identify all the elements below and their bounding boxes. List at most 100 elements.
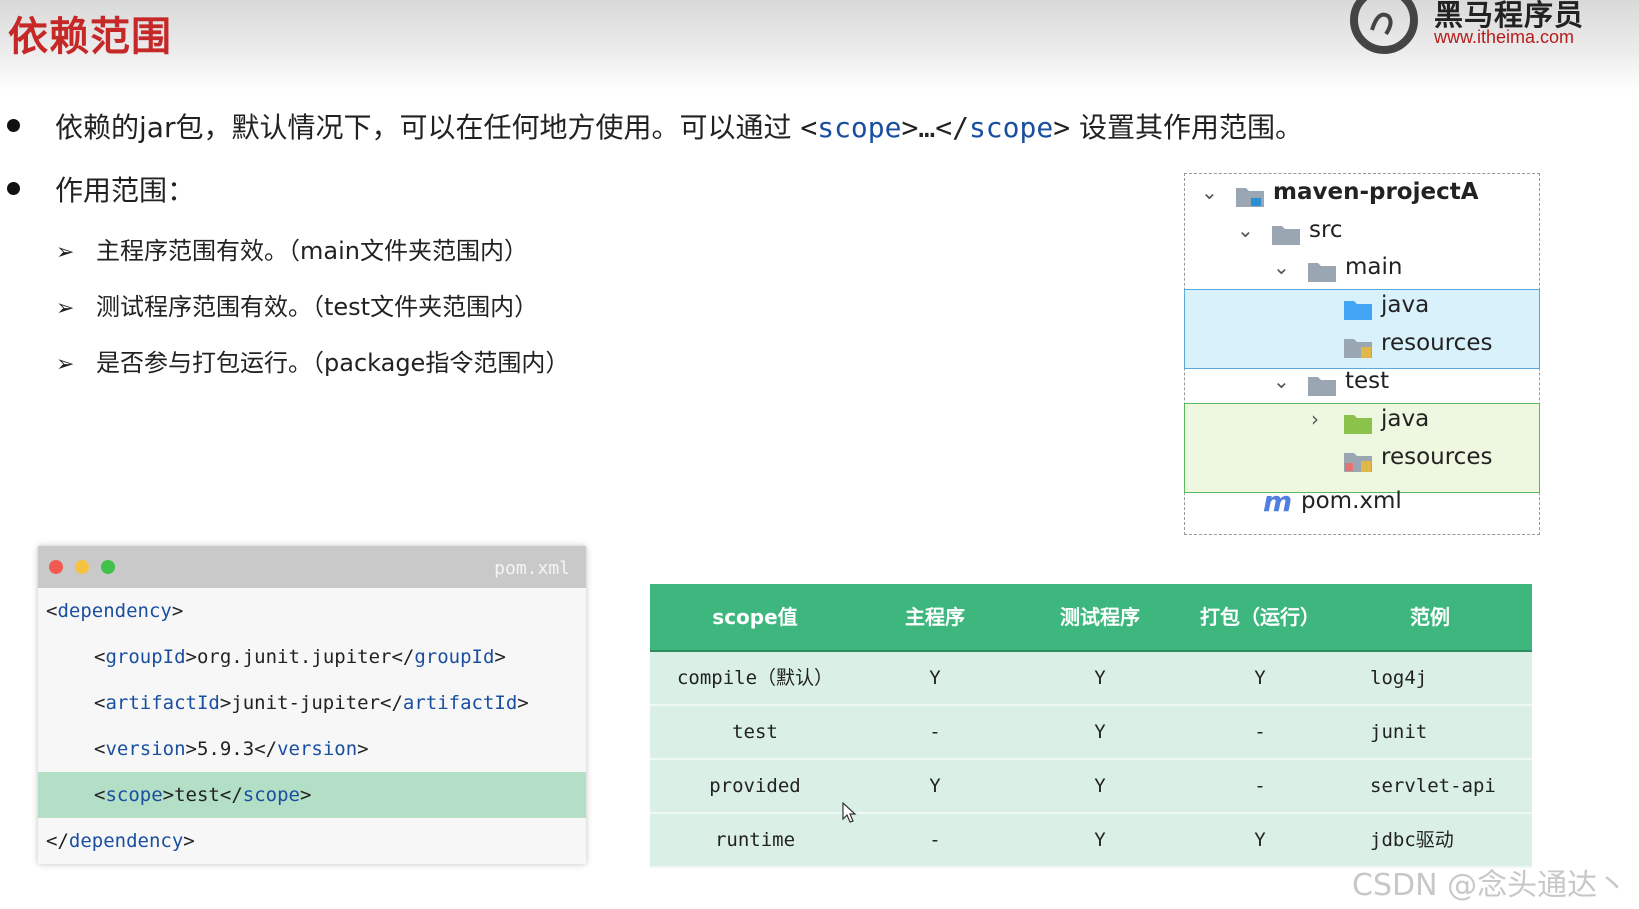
test-source-folder-icon	[1344, 415, 1372, 434]
chevron-down-icon[interactable]: ⌄	[1273, 255, 1290, 279]
scope-mid: >…</	[901, 111, 969, 144]
tree-item-label: pom.xml	[1301, 488, 1402, 514]
code-bracket: <	[94, 692, 106, 714]
bullet-intro-text: 依赖的jar包，默认情况下，可以在任何地方使用。可以通过	[55, 111, 801, 144]
code-bracket: >	[299, 784, 312, 806]
table-cell: log4j	[1370, 667, 1428, 689]
table-header-row: scope值 主程序 测试程序 打包（运行） 范例	[650, 584, 1532, 652]
chevron-down-icon[interactable]: ⌄	[1273, 369, 1290, 393]
table-cell: Y	[1254, 829, 1266, 851]
close-dot-icon[interactable]	[49, 560, 63, 574]
project-tree: ⌄ maven-projectA ⌄ src ⌄ main java resou…	[1184, 173, 1540, 535]
code-bracket: >	[494, 646, 506, 668]
code-bracket: </	[46, 830, 69, 852]
bullet-intro-suffix: 设置其作用范围。	[1070, 111, 1304, 144]
brand-url: www.itheima.com	[1434, 27, 1575, 47]
code-bracket: <	[94, 784, 106, 806]
maximize-dot-icon[interactable]	[101, 560, 115, 574]
code-line: <groupId>org.junit.jupiter</groupId>	[38, 634, 642, 680]
code-bracket: </	[391, 646, 415, 668]
table-cell: -	[929, 721, 941, 743]
code-line: <dependency>	[38, 588, 594, 634]
table-cell: Y	[1094, 721, 1106, 743]
table-cell: -	[1254, 721, 1266, 743]
column-header: 范例	[1410, 605, 1450, 629]
table-cell: Y	[929, 667, 941, 689]
chevron-right-icon[interactable]: ›	[1311, 407, 1319, 431]
test-resources-folder-icon	[1344, 453, 1372, 472]
code-bracket: >	[517, 692, 529, 714]
scope-close-gt: >	[1053, 111, 1071, 144]
folder-icon	[1308, 263, 1336, 282]
code-line: <artifactId>junit-jupiter</artifactId>	[38, 680, 642, 726]
code-tag: dependency	[57, 600, 172, 622]
bullet-scope-intro: 依赖的jar包，默认情况下，可以在任何地方使用。可以通过 <scope>…</s…	[55, 106, 1303, 146]
code-line: <version>5.9.3</version>	[38, 726, 642, 772]
maven-m-icon: m	[1263, 485, 1293, 518]
resources-folder-icon	[1344, 339, 1372, 358]
minimize-dot-icon[interactable]	[75, 560, 89, 574]
sub-item-text: 测试程序范围有效。（test文件夹范围内）	[96, 293, 539, 321]
arrow-bullet-icon: ➢	[56, 352, 75, 377]
column-header: scope值	[712, 605, 798, 629]
code-value: junit-jupiter	[231, 692, 381, 714]
code-tag: scope	[105, 784, 163, 806]
code-bracket: >	[183, 830, 195, 852]
chevron-down-icon[interactable]: ⌄	[1237, 218, 1254, 242]
code-bracket: </	[380, 692, 403, 714]
code-value: 5.9.3	[196, 738, 255, 760]
code-bracket: </	[219, 784, 243, 806]
code-value: test	[174, 784, 220, 806]
code-tag: scope	[242, 784, 300, 806]
table-row: test - Y - junit	[650, 706, 1532, 760]
code-tag: groupId	[414, 646, 495, 668]
brand-logo-icon	[1350, 0, 1418, 54]
table-cell: test	[732, 721, 778, 743]
code-bracket: </	[254, 738, 278, 760]
code-bracket: >	[185, 646, 197, 668]
chevron-down-icon[interactable]: ⌄	[1201, 180, 1218, 204]
scope-open-tag: scope	[817, 111, 902, 144]
sub-item: ➢ 是否参与打包运行。（package指令范围内）	[56, 343, 569, 378]
code-bracket: >	[357, 738, 369, 760]
arrow-bullet-icon: ➢	[56, 296, 75, 321]
code-bracket: <	[94, 738, 106, 760]
code-bracket: <	[46, 600, 58, 622]
folder-icon	[1308, 377, 1336, 396]
table-cell: Y	[929, 775, 941, 797]
code-window: pom.xml <dependency> <groupId>org.junit.…	[38, 546, 586, 864]
code-tag: dependency	[68, 830, 184, 852]
table-cell: junit	[1370, 721, 1428, 743]
code-line: </dependency>	[38, 818, 594, 864]
tree-item-label: src	[1309, 217, 1343, 243]
tree-item-label: main	[1345, 254, 1403, 280]
code-tag: version	[105, 738, 186, 760]
table-cell: Y	[1254, 667, 1266, 689]
table-row: compile（默认） Y Y Y log4j	[650, 652, 1532, 706]
scope-close-tag: scope	[968, 111, 1054, 144]
scope-open-lt: <	[800, 111, 818, 144]
table-cell: jdbc驱动	[1370, 829, 1454, 851]
code-bracket: >	[185, 738, 197, 760]
table-row: provided Y Y - servlet-api	[650, 760, 1532, 814]
tree-item-label: resources	[1381, 444, 1493, 470]
code-line-highlighted: <scope>test</scope>	[38, 772, 586, 818]
table-cell: Y	[1094, 667, 1106, 689]
sub-item: ➢ 主程序范围有效。（main文件夹范围内）	[56, 231, 528, 266]
folder-icon	[1272, 226, 1300, 245]
arrow-bullet-icon: ➢	[56, 240, 75, 265]
column-header: 打包（运行）	[1200, 605, 1320, 629]
module-folder-icon	[1236, 188, 1264, 207]
table-cell: servlet-api	[1370, 775, 1496, 797]
code-tag: groupId	[105, 646, 186, 668]
code-tag: artifactId	[105, 692, 220, 714]
sub-item-text: 主程序范围有效。（main文件夹范围内）	[96, 237, 528, 265]
table-cell: provided	[709, 775, 801, 797]
code-tag: version	[277, 738, 358, 760]
sub-item: ➢ 测试程序范围有效。（test文件夹范围内）	[56, 287, 538, 322]
bullet-dot-icon	[7, 182, 20, 195]
code-value: org.junit.jupiter	[196, 646, 392, 668]
tree-item-label: test	[1345, 368, 1390, 394]
table-cell: -	[1254, 775, 1266, 797]
code-filename: pom.xml	[494, 558, 570, 579]
